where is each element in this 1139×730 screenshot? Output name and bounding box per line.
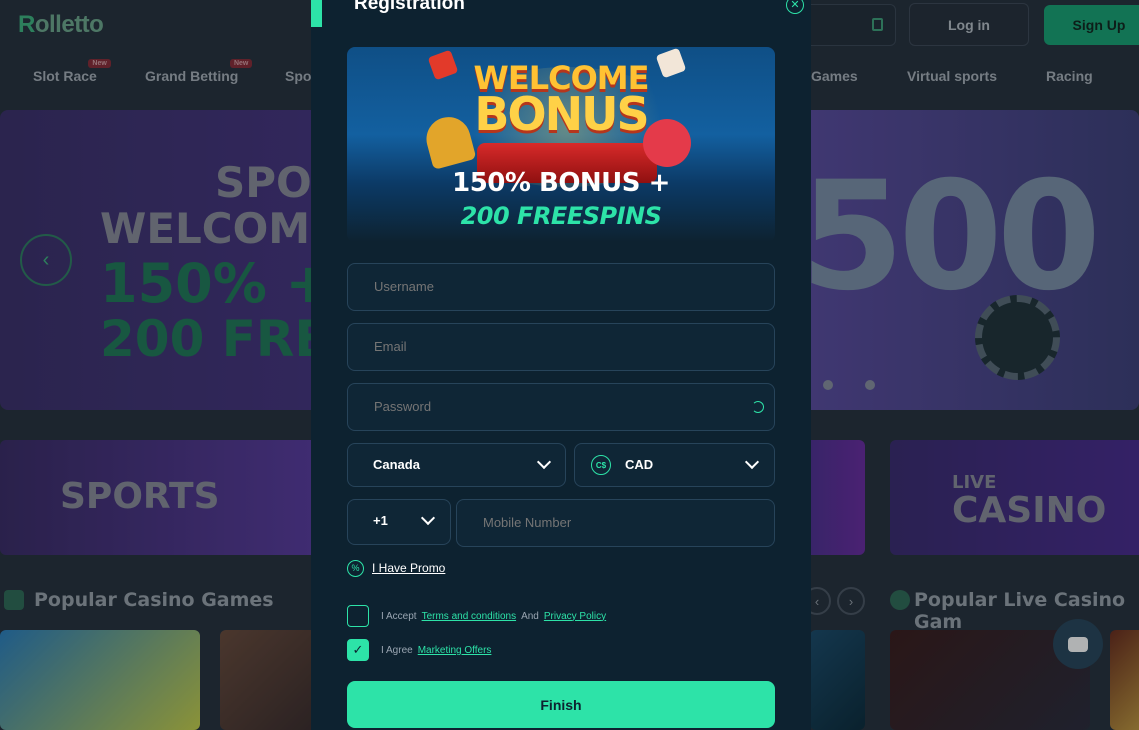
eye-icon[interactable]: [752, 401, 764, 413]
privacy-policy-link[interactable]: Privacy Policy: [544, 611, 606, 622]
email-field[interactable]: [347, 323, 775, 371]
currency-value: CAD: [625, 457, 654, 472]
terms-and: And: [521, 610, 539, 622]
welcome-bonus-banner: WELCOME BONUS 150% BONUS + 200 FREESPINS: [347, 47, 775, 242]
password-input[interactable]: [374, 384, 734, 430]
currency-icon: C$: [591, 455, 611, 475]
banner-bonus-text: BONUS: [474, 87, 649, 141]
promo-icon: %: [347, 559, 364, 577]
chevron-down-icon: [420, 510, 436, 526]
email-input[interactable]: [374, 324, 734, 370]
modal-accent-bar: [311, 0, 322, 27]
mobile-number-input[interactable]: [483, 500, 763, 546]
check-icon: ✓: [352, 642, 364, 657]
promo-toggle[interactable]: % I Have Promo: [347, 559, 445, 577]
phone-code-select[interactable]: +1: [347, 499, 451, 545]
modal-title: Registration: [354, 0, 465, 14]
chevron-down-icon: [744, 454, 760, 470]
marketing-prefix: I Agree: [381, 644, 413, 656]
password-field[interactable]: [347, 383, 775, 431]
terms-row: I Accept Terms and conditions And Privac…: [347, 605, 611, 627]
mobile-number-field[interactable]: [456, 499, 775, 547]
banner-line-1: 150% BONUS +: [452, 168, 670, 198]
marketing-checkbox[interactable]: ✓: [347, 639, 369, 661]
username-field[interactable]: [347, 263, 775, 311]
registration-modal: Registration ✕ WELCOME BONUS 150% BONUS …: [311, 0, 811, 730]
terms-checkbox[interactable]: [347, 605, 369, 627]
country-value: Canada: [373, 457, 420, 472]
username-input[interactable]: [374, 264, 734, 310]
marketing-row: ✓ I Agree Marketing Offers: [347, 639, 496, 661]
close-button[interactable]: ✕: [786, 0, 804, 14]
marketing-offers-link[interactable]: Marketing Offers: [418, 645, 492, 656]
currency-select[interactable]: C$ CAD: [574, 443, 775, 487]
finish-button[interactable]: Finish: [347, 681, 775, 728]
phone-code-value: +1: [373, 513, 388, 528]
chevron-down-icon: [536, 454, 552, 470]
country-select[interactable]: Canada: [347, 443, 566, 487]
terms-prefix: I Accept: [381, 610, 417, 622]
terms-link[interactable]: Terms and conditions: [422, 611, 517, 622]
promo-label[interactable]: I Have Promo: [372, 561, 445, 575]
close-icon: ✕: [790, 0, 800, 11]
banner-line-2: 200 FREESPINS: [460, 202, 662, 230]
